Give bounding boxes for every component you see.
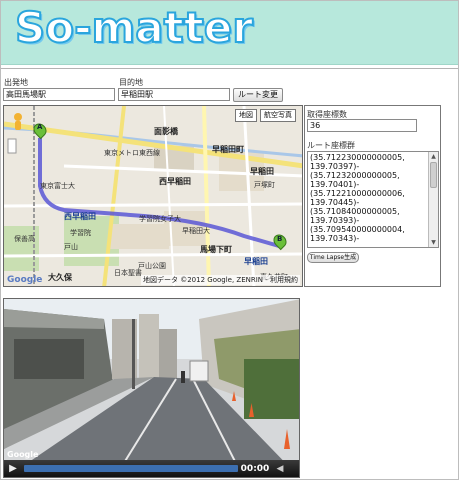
origin-label: 出発地 xyxy=(4,78,28,87)
app-logo[interactable]: So-matter xyxy=(14,2,254,53)
map-label-waseda-bottom: 早稲田 xyxy=(244,257,268,266)
coord-line: (35.709540000000004, xyxy=(310,225,405,234)
map-label-okubo: 大久保 xyxy=(48,273,72,282)
map-view-button[interactable]: 地図 xyxy=(235,109,257,122)
coord-line: 139.70343)- xyxy=(310,234,360,243)
change-route-button[interactable]: ルート変更 xyxy=(233,88,283,102)
origin-input[interactable]: 高田馬場駅 xyxy=(3,88,115,101)
coords-textarea[interactable]: (35.712230000000005, 139.70397)- (35.712… xyxy=(307,151,439,248)
video-progress[interactable] xyxy=(24,465,238,472)
route-map[interactable]: 地図 航空写真 A B 面影橋 東京メトロ東西線 早稲田町 西早稲田 早稲田 戸… xyxy=(3,105,303,287)
volume-icon[interactable]: ◀ xyxy=(272,464,288,474)
destination-label: 目的地 xyxy=(119,78,143,87)
header-divider xyxy=(1,68,458,69)
video-time: 00:00 xyxy=(240,463,270,474)
video-controls: ▶ 00:00 ◀ xyxy=(4,460,299,477)
coord-line: (35.712230000000005, xyxy=(310,153,405,162)
scroll-thumb[interactable] xyxy=(430,162,437,188)
marker-b-label: B xyxy=(277,235,283,243)
street-view-image xyxy=(4,299,299,477)
coord-line: 139.70445)- xyxy=(310,198,360,207)
count-field[interactable]: 36 xyxy=(307,119,417,132)
map-label-omokage: 面影橋 xyxy=(154,127,178,136)
map-label-waseda-top: 早稲田町 xyxy=(212,145,244,154)
coord-line: (35.712210000000006, xyxy=(310,189,405,198)
google-logo: Google xyxy=(7,275,43,285)
map-label-babashita: 馬場下町 xyxy=(200,245,232,254)
map-label-toyama: 戸山公園 xyxy=(138,262,166,270)
coords-label: ルート座標群 xyxy=(307,141,355,150)
map-label-totsuka: 戸塚町 xyxy=(254,181,275,189)
map-label-metro: 東京メトロ東西線 xyxy=(104,149,160,157)
street-view-video[interactable]: Google ▶ 00:00 ◀ xyxy=(3,298,300,478)
coords-scrollbar[interactable]: ▲ ▼ xyxy=(428,152,438,247)
map-label-waseda-uni: 早稲田大 xyxy=(182,227,210,235)
map-label-nishiwaseda: 西早稲田 xyxy=(159,177,191,186)
map-label-nishiwaseda-station: 西早稲田 xyxy=(64,212,96,221)
map-label-hosei: 保善高 xyxy=(14,235,35,243)
map-label-tokyo-fuji: 東京富士大 xyxy=(40,182,75,190)
coord-line: 139.70401)- xyxy=(310,180,360,189)
map-label-gakushu: 学習院 xyxy=(70,229,91,237)
marker-a-label: A xyxy=(37,123,43,131)
map-label-waseda-mid: 早稲田 xyxy=(250,167,274,176)
coord-line: (35.71084000000005, xyxy=(310,207,400,216)
satellite-view-button[interactable]: 航空写真 xyxy=(260,109,296,122)
scroll-up-icon[interactable]: ▲ xyxy=(429,152,438,161)
coord-line: 139.70397)- xyxy=(310,162,360,171)
scroll-down-icon[interactable]: ▼ xyxy=(429,238,438,247)
coord-line: (35.71232000000005, xyxy=(310,171,400,180)
destination-input[interactable]: 早稲田駅 xyxy=(118,88,230,101)
map-label-nihon-seikyo: 日本聖書 xyxy=(114,269,142,277)
play-icon[interactable]: ▶ xyxy=(4,460,22,477)
coord-line: 139.70393)- xyxy=(310,216,360,225)
street-view-google-logo: Google xyxy=(7,450,39,459)
app-header: So-matter xyxy=(1,1,458,65)
map-label-gakushuin: 学習院女子大 xyxy=(139,215,181,223)
map-label-toyama2: 戸山 xyxy=(64,243,78,251)
timelapse-button[interactable]: Time Lapse生成 xyxy=(307,252,359,263)
map-copyright[interactable]: 地図データ ©2012 Google, ZENRIN - 利用規約 xyxy=(141,275,300,285)
